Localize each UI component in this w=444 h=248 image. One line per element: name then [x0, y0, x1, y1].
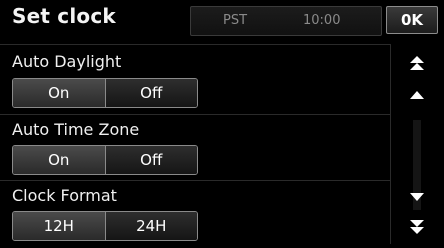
page-up-icon[interactable] [395, 48, 439, 78]
auto-daylight-off-button[interactable]: Off [104, 79, 197, 107]
timezone-text: PST [223, 13, 248, 28]
line-up-icon[interactable] [395, 80, 439, 110]
header-bar: Set clock PST 10:00 0K [0, 0, 444, 40]
clock-status: PST 10:00 [190, 6, 382, 36]
auto-time-zone-on-button[interactable]: On [13, 146, 105, 174]
clock-format-24h-button[interactable]: 24H [104, 212, 197, 240]
divider [0, 180, 390, 181]
divider [0, 44, 390, 45]
auto-time-zone-off-button[interactable]: Off [104, 146, 197, 174]
scrollbar [390, 44, 443, 244]
line-down-icon[interactable] [395, 182, 439, 212]
page-title: Set clock [12, 4, 116, 28]
clock-format-12h-button[interactable]: 12H [13, 212, 105, 240]
time-text: 10:00 [303, 13, 341, 28]
divider [0, 114, 390, 115]
auto-daylight-toggle: On Off [12, 78, 198, 108]
auto-time-zone-label: Auto Time Zone [12, 120, 140, 139]
page-down-icon[interactable] [395, 212, 439, 242]
auto-daylight-on-button[interactable]: On [13, 79, 105, 107]
clock-format-toggle: 12H 24H [12, 211, 198, 241]
auto-daylight-label: Auto Daylight [12, 52, 122, 71]
clock-format-label: Clock Format [12, 186, 117, 205]
auto-time-zone-toggle: On Off [12, 145, 198, 175]
ok-button[interactable]: 0K [386, 6, 438, 34]
